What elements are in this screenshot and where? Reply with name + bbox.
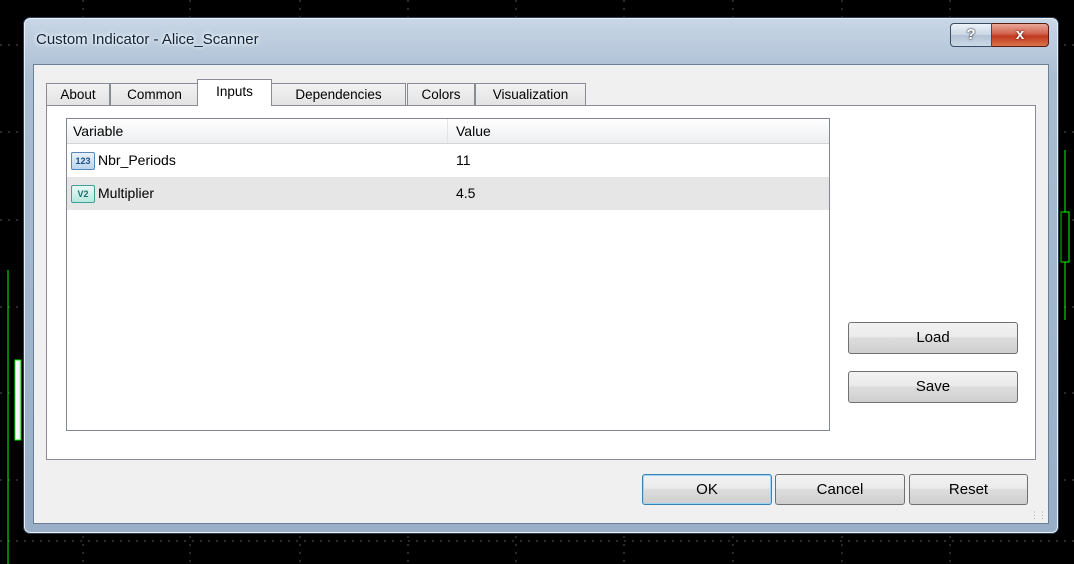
list-header: Variable Value <box>67 119 829 144</box>
title-bar-buttons: ? x <box>950 23 1049 47</box>
tab-visualization[interactable]: Visualization <box>475 83 586 105</box>
double-type-icon: V2 <box>71 185 95 203</box>
window-title: Custom Indicator - Alice_Scanner <box>36 31 259 48</box>
cancel-button[interactable]: Cancel <box>775 474 905 505</box>
dialog-client-area: About Common Inputs Dependencies Colors … <box>33 64 1049 524</box>
variable-name: Nbr_Periods <box>98 152 176 168</box>
tab-common[interactable]: Common <box>110 83 199 105</box>
variable-value[interactable]: 4.5 <box>456 185 475 201</box>
help-icon: ? <box>966 26 976 43</box>
column-header-variable[interactable]: Variable <box>73 123 123 139</box>
close-icon: x <box>1015 26 1025 43</box>
ok-button[interactable]: OK <box>642 474 772 505</box>
table-row[interactable]: 123 Nbr_Periods 11 <box>67 144 829 177</box>
save-button[interactable]: Save <box>848 371 1018 403</box>
inputs-list[interactable]: Variable Value 123 Nbr_Periods 11 V2 Mul… <box>66 118 830 431</box>
tab-colors[interactable]: Colors <box>407 83 475 105</box>
inputs-tab-panel: Variable Value 123 Nbr_Periods 11 V2 Mul… <box>46 105 1036 460</box>
integer-type-icon: 123 <box>71 152 95 170</box>
help-button[interactable]: ? <box>950 23 992 47</box>
variable-value[interactable]: 11 <box>456 152 471 168</box>
reset-button[interactable]: Reset <box>909 474 1028 505</box>
variable-name: Multiplier <box>98 185 155 201</box>
tab-about[interactable]: About <box>46 83 110 105</box>
dialog-window: Custom Indicator - Alice_Scanner ? x Abo… <box>23 17 1059 534</box>
resize-grip-icon[interactable]: ⋮⋮ <box>1030 510 1047 521</box>
load-button[interactable]: Load <box>848 322 1018 354</box>
column-separator[interactable] <box>447 119 448 143</box>
table-row[interactable]: V2 Multiplier 4.5 <box>67 177 829 210</box>
column-header-value[interactable]: Value <box>456 123 491 139</box>
tab-inputs[interactable]: Inputs <box>197 79 272 106</box>
tab-dependencies[interactable]: Dependencies <box>271 83 406 105</box>
close-button[interactable]: x <box>992 23 1049 47</box>
